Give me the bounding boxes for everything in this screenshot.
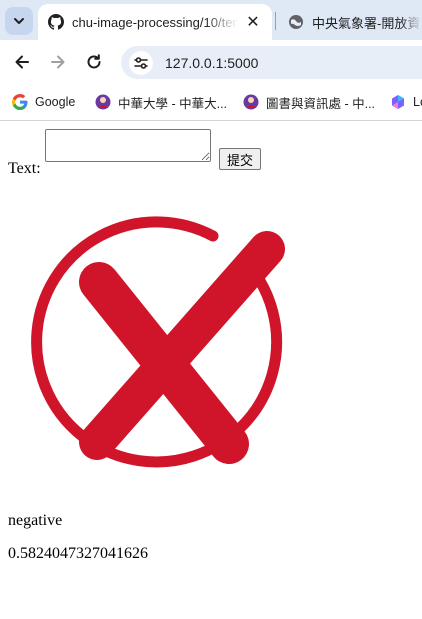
- bookmark-icon: [95, 94, 111, 110]
- back-button[interactable]: [8, 48, 36, 76]
- tab-inactive[interactable]: 中央氣象署-開放資料: [278, 4, 422, 40]
- address-bar[interactable]: 127.0.0.1:5000: [121, 46, 422, 79]
- prediction-score: 0.5824047327041626: [8, 545, 148, 562]
- bookmark-chu[interactable]: 中華大學 - 中華大...: [95, 93, 230, 111]
- text-label: Text:: [8, 160, 41, 177]
- reload-icon: [87, 54, 101, 69]
- globe-icon: [289, 15, 303, 29]
- tune-icon: [134, 56, 148, 69]
- close-tab-icon[interactable]: ✕: [244, 13, 262, 31]
- bookmark-google[interactable]: Google: [12, 93, 75, 111]
- tab-search-button[interactable]: [5, 7, 33, 35]
- google-icon: [12, 94, 28, 110]
- github-icon: [48, 14, 64, 30]
- prediction-label: negative: [8, 512, 63, 529]
- browser-toolbar: 127.0.0.1:5000: [0, 40, 422, 84]
- browser-chrome: chu-image-processing/10/ten ✕ 中央氣象署-開放資料: [0, 0, 422, 121]
- bookmark-label: 中華大學 - 中華大...: [118, 96, 228, 111]
- bookmark-label: Google: [35, 95, 76, 109]
- arrow-right-icon: [51, 55, 65, 69]
- tab-title: chu-image-processing/10/ten: [72, 14, 238, 30]
- copilot-icon: [392, 95, 404, 109]
- address-url: 127.0.0.1:5000: [165, 54, 259, 71]
- bookmark-label: 圖書與資訊處 - 中...: [266, 96, 376, 111]
- tab-title: 中央氣象署-開放資料: [312, 15, 422, 31]
- tab-strip: chu-image-processing/10/ten ✕ 中央氣象署-開放資料: [0, 0, 422, 42]
- text-input[interactable]: [45, 129, 211, 162]
- submit-button[interactable]: 提交: [219, 148, 261, 170]
- tab-active[interactable]: chu-image-processing/10/ten ✕: [38, 4, 272, 40]
- result-image: [8, 193, 306, 495]
- chevron-down-icon: [14, 18, 24, 24]
- site-info-button[interactable]: [129, 50, 153, 75]
- page-content: Text: 提交 negative 0.5824047327041626: [0, 121, 422, 619]
- reload-button[interactable]: [80, 48, 108, 76]
- bookmark-library[interactable]: 圖書與資訊處 - 中...: [243, 93, 378, 111]
- bookmark-label: Lo: [413, 95, 422, 109]
- tab-divider: [275, 12, 276, 30]
- forward-button[interactable]: [44, 48, 72, 76]
- arrow-left-icon: [15, 55, 29, 69]
- red-x-circle-icon: [31, 216, 285, 468]
- bookmark-copilot[interactable]: Lo: [390, 93, 422, 111]
- bookmarks-bar: Google 中華大學 - 中華大... 圖書與資訊處 - 中... L: [0, 84, 422, 121]
- bookmark-icon: [243, 94, 259, 110]
